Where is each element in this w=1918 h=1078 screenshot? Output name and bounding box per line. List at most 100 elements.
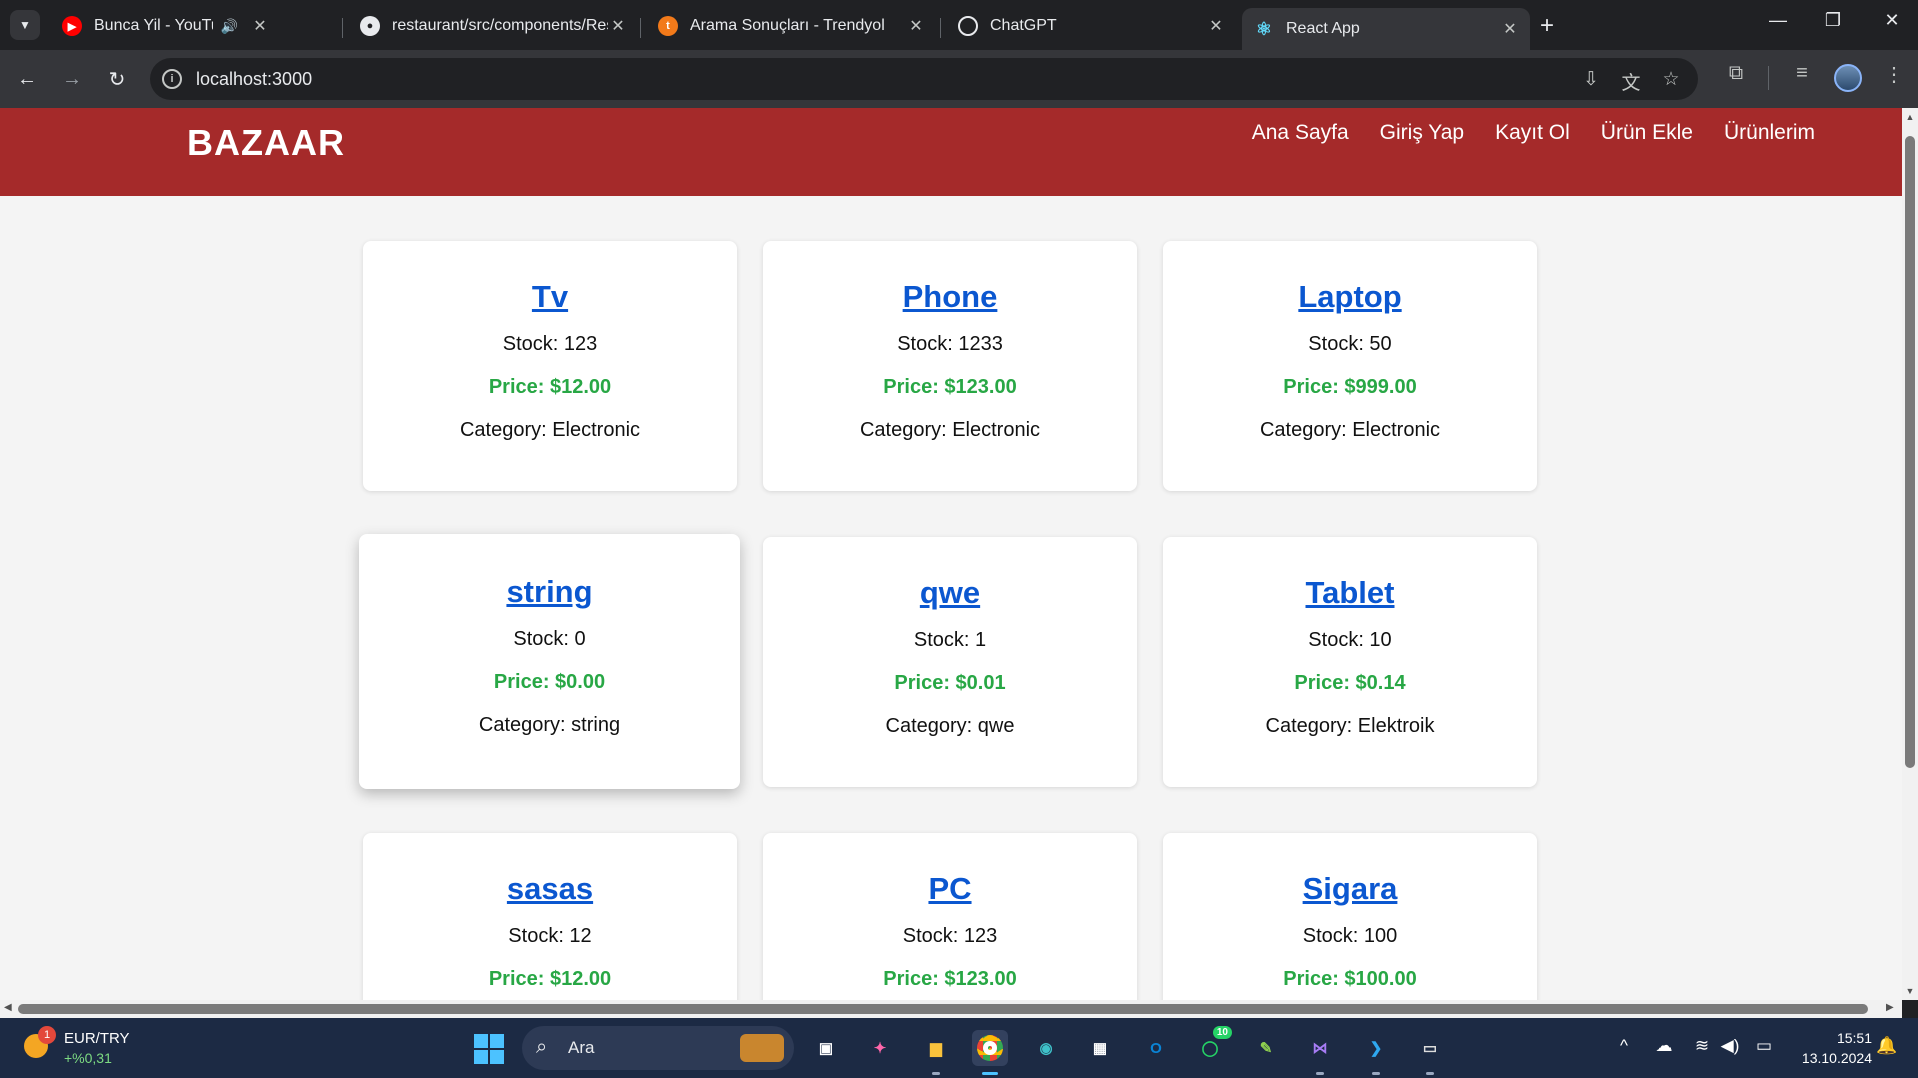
address-url[interactable]: localhost:3000	[196, 69, 312, 90]
product-stock: Stock: 1233	[897, 333, 1003, 355]
close-icon[interactable]: ✕	[906, 16, 926, 36]
terminal-button[interactable]: ▭	[1412, 1030, 1448, 1066]
browser-tab-trendyol[interactable]: t Arama Sonuçları - Trendyol ✕	[646, 8, 936, 44]
product-card[interactable]: sasas Stock: 12 Price: $12.00	[363, 833, 737, 1000]
browser-tab-youtube-music[interactable]: ▶ Bunca Yil - YouTube Music 🔊 ✕	[50, 8, 280, 44]
store-button[interactable]: ▦	[1082, 1030, 1118, 1066]
media-control-icon[interactable]: ≡	[1788, 62, 1816, 85]
volume-icon[interactable]: ◀)	[1718, 1036, 1742, 1056]
chrome-icon	[977, 1035, 1003, 1061]
close-icon[interactable]: ✕	[1206, 16, 1226, 36]
notification-badge: 1	[38, 1026, 56, 1044]
copilot-button[interactable]: ✦	[862, 1030, 898, 1066]
product-category: Category: Electronic	[1259, 419, 1441, 441]
restore-button[interactable]: ❐	[1818, 10, 1848, 31]
product-stock: Stock: 100	[1302, 925, 1398, 947]
start-button[interactable]	[474, 1034, 504, 1064]
nav-login-link[interactable]: Giriş Yap	[1380, 121, 1464, 145]
scroll-right-arrow-icon[interactable]: ▶	[1886, 1002, 1894, 1013]
nav-add-product-link[interactable]: Ürün Ekle	[1601, 121, 1693, 145]
product-name-link[interactable]: sasas	[363, 871, 737, 907]
forward-button[interactable]: →	[57, 64, 87, 94]
unread-badge: 10	[1212, 1026, 1232, 1039]
task-view-button[interactable]: ▣	[808, 1030, 844, 1066]
close-window-button[interactable]: ✕	[1877, 10, 1907, 31]
product-stock: Stock: 1	[913, 629, 987, 651]
product-name-link[interactable]: Tv	[363, 279, 737, 315]
vscode-button[interactable]: ❯	[1358, 1030, 1394, 1066]
product-name-link[interactable]: Phone	[763, 279, 1137, 315]
product-stock: Stock: 123	[902, 925, 998, 947]
product-card[interactable]: qwe Stock: 1 Price: $0.01 Category: qwe	[763, 537, 1137, 787]
back-button[interactable]: ←	[12, 64, 42, 94]
chevron-up-icon[interactable]: ^	[1612, 1036, 1636, 1056]
profile-avatar[interactable]	[1834, 64, 1862, 92]
nav-register-link[interactable]: Kayıt Ol	[1495, 121, 1570, 145]
close-icon[interactable]: ✕	[1500, 19, 1520, 39]
install-app-icon[interactable]: ⇩	[1578, 68, 1604, 91]
reload-button[interactable]: ↻	[102, 64, 132, 94]
vertical-scrollbar[interactable]: ▲ ▼	[1902, 108, 1918, 1000]
browser-toolbar: ← → ↻ i localhost:3000 ⇩ 文 ☆	[0, 50, 1918, 108]
extensions-icon[interactable]: ⧉	[1722, 62, 1750, 85]
site-header: BAZAAR Ana Sayfa Giriş Yap Kayıt Ol Ürün…	[0, 108, 1902, 196]
notepad-icon: ✎	[1259, 1040, 1273, 1057]
chrome-button[interactable]	[972, 1030, 1008, 1066]
whatsapp-button[interactable]: ◯ 10	[1192, 1026, 1232, 1066]
vertical-scroll-thumb[interactable]	[1905, 136, 1915, 768]
product-name-link[interactable]: Laptop	[1163, 279, 1537, 315]
product-stock: Stock: 0	[513, 628, 586, 650]
product-card[interactable]: Phone Stock: 1233 Price: $123.00 Categor…	[763, 241, 1137, 491]
outlook-button[interactable]: O	[1138, 1030, 1174, 1066]
edge-button[interactable]: ◉	[1028, 1030, 1064, 1066]
more-menu-icon[interactable]: ⋮	[1880, 62, 1908, 87]
translate-icon[interactable]: 文	[1618, 68, 1644, 95]
product-card[interactable]: Tv Stock: 123 Price: $12.00 Category: El…	[363, 241, 737, 491]
tab-search-button[interactable]: ▼	[10, 10, 40, 40]
copilot-icon: ✦	[873, 1040, 887, 1057]
scroll-up-arrow-icon[interactable]: ▲	[1902, 112, 1918, 122]
notification-bell-icon[interactable]: 🔔	[1876, 1036, 1897, 1056]
product-card[interactable]: string Stock: 0 Price: $0.00 Category: s…	[359, 534, 740, 789]
scroll-left-arrow-icon[interactable]: ◀	[4, 1002, 12, 1013]
taskbar-search[interactable]: ⌕ Ara	[522, 1026, 794, 1070]
product-name-link[interactable]: qwe	[763, 575, 1137, 611]
bookmark-star-icon[interactable]: ☆	[1658, 68, 1684, 91]
browser-tab-react-app[interactable]: ⚛ React App ✕	[1242, 8, 1530, 50]
close-icon[interactable]: ✕	[608, 16, 628, 36]
battery-icon[interactable]: ▭	[1752, 1036, 1776, 1056]
product-name-link[interactable]: string	[359, 574, 740, 610]
github-icon: ●	[360, 16, 380, 36]
file-explorer-button[interactable]: ▆	[918, 1030, 954, 1066]
speaker-icon[interactable]: 🔊	[221, 18, 238, 35]
nav-home-link[interactable]: Ana Sayfa	[1252, 121, 1349, 145]
taskbar-clock[interactable]: 15:51 13.10.2024	[1792, 1028, 1872, 1068]
ticker-name[interactable]: EUR/TRY	[64, 1030, 130, 1047]
site-brand[interactable]: BAZAAR	[187, 122, 345, 164]
scroll-down-arrow-icon[interactable]: ▼	[1902, 986, 1918, 996]
notepad-button[interactable]: ✎	[1248, 1030, 1284, 1066]
product-price: Price: $0.00	[493, 671, 606, 693]
wifi-icon[interactable]: ≋	[1690, 1036, 1714, 1056]
product-card[interactable]: Sigara Stock: 100 Price: $100.00	[1163, 833, 1537, 1000]
visual-studio-button[interactable]: ⋈	[1302, 1030, 1338, 1066]
horizontal-scroll-thumb[interactable]	[18, 1004, 1868, 1014]
site-info-icon[interactable]: i	[162, 69, 182, 89]
product-name-link[interactable]: Sigara	[1163, 871, 1537, 907]
product-name-link[interactable]: Tablet	[1163, 575, 1537, 611]
close-icon[interactable]: ✕	[250, 16, 270, 36]
cloud-offline-icon[interactable]: ☁	[1652, 1036, 1676, 1056]
nav-my-products-link[interactable]: Ürünlerim	[1724, 121, 1815, 145]
product-stock: Stock: 123	[502, 333, 598, 355]
minimize-button[interactable]: —	[1763, 10, 1793, 31]
new-tab-button[interactable]: +	[1540, 12, 1554, 40]
browser-tab-github[interactable]: ● restaurant/src/components/Res ✕	[348, 8, 638, 44]
product-card[interactable]: Tablet Stock: 10 Price: $0.14 Category: …	[1163, 537, 1537, 787]
product-card[interactable]: PC Stock: 123 Price: $123.00	[763, 833, 1137, 1000]
product-card[interactable]: Laptop Stock: 50 Price: $999.00 Category…	[1163, 241, 1537, 491]
weather-widget[interactable]: 1	[24, 1026, 56, 1058]
product-name-link[interactable]: PC	[763, 871, 1137, 907]
address-bar[interactable]: i localhost:3000 ⇩ 文 ☆	[150, 58, 1698, 100]
horizontal-scrollbar[interactable]: ◀ ▶	[0, 1000, 1902, 1018]
browser-tab-chatgpt[interactable]: ChatGPT ✕	[946, 8, 1236, 44]
